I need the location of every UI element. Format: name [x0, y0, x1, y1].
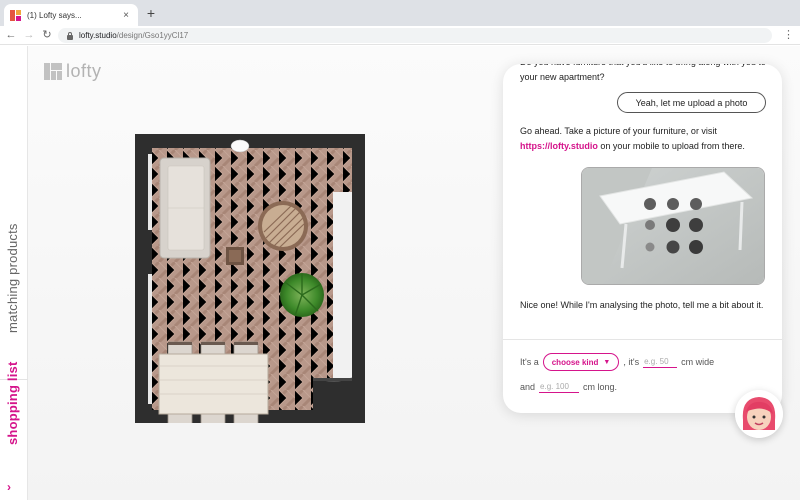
- upload-photo-reply-button[interactable]: Yeah, let me upload a photo: [617, 92, 766, 113]
- furniture-form-line-2: and cm long.: [520, 381, 617, 393]
- its-a-label: It's a: [520, 357, 539, 367]
- width-input[interactable]: [643, 356, 678, 368]
- browser-tab-bar: (1) Lofty says... × +: [0, 0, 800, 26]
- url-path: /design/Gso1yyCl17: [116, 31, 189, 40]
- window-left-top: [148, 154, 152, 230]
- chat-panel: Do you have furniture that you'd like to…: [503, 64, 782, 413]
- kind-select[interactable]: choose kind ▼: [542, 353, 620, 371]
- app-canvas: matching products shopping list › lofty: [0, 46, 800, 500]
- upload-text-suffix: on your mobile to upload from there.: [597, 141, 745, 151]
- loading-dots-icon: [644, 198, 703, 254]
- upload-text-prefix: Go ahead. Take a picture of your furnitu…: [520, 126, 717, 136]
- cm-wide-label: cm wide: [681, 357, 715, 367]
- its-label: , it's: [623, 357, 640, 367]
- back-arrow-icon[interactable]: ←: [4, 27, 18, 43]
- url-host: lofty.studio: [79, 31, 117, 40]
- close-tab-icon[interactable]: ×: [120, 10, 132, 21]
- lofty-link[interactable]: https://lofty.studio: [520, 141, 598, 151]
- browser-menu-icon[interactable]: ⋮: [783, 28, 794, 42]
- bot-message-furniture: Do you have furniture that you'd like to…: [520, 64, 766, 82]
- sidebar-item-shopping-list[interactable]: shopping list: [5, 362, 20, 445]
- reload-icon[interactable]: ↻: [40, 27, 54, 43]
- sidebar: matching products shopping list ›: [0, 46, 28, 500]
- bot-message-upload: Go ahead. Take a picture of your furnitu…: [520, 124, 770, 154]
- uploaded-furniture-photo[interactable]: [581, 167, 765, 285]
- address-bar[interactable]: lofty.studio/design/Gso1yyCl17: [58, 28, 772, 43]
- lamp: [230, 139, 250, 153]
- logo-text: lofty: [66, 61, 102, 81]
- kind-select-value: choose kind: [551, 357, 599, 367]
- new-tab-button[interactable]: +: [143, 5, 159, 21]
- furniture-form-line-1: It's a choose kind ▼ , it's cm wide: [520, 353, 714, 371]
- window-left-bottom: [148, 274, 152, 404]
- assistant-avatar[interactable]: [735, 390, 783, 438]
- lock-icon: [66, 31, 74, 40]
- tab-title: (1) Lofty says...: [27, 10, 82, 20]
- chat-divider: [503, 339, 782, 340]
- window-right: [333, 192, 352, 378]
- browser-tab[interactable]: (1) Lofty says... ×: [4, 4, 138, 26]
- lofty-favicon-icon: [10, 9, 21, 21]
- forward-arrow-icon[interactable]: →: [22, 27, 36, 43]
- browser-toolbar: ← → ↻ lofty.studio/design/Gso1yyCl17 ⋮: [0, 26, 800, 45]
- lofty-logo-icon: [44, 63, 62, 80]
- lofty-logo[interactable]: lofty: [44, 61, 102, 82]
- sidebar-item-matching-products[interactable]: matching products: [5, 223, 20, 333]
- url-text: lofty.studio/design/Gso1yyCl17: [79, 31, 188, 40]
- floor-plan[interactable]: [135, 134, 365, 423]
- bot-message-analysing: Nice one! While I'm analysing the photo,…: [520, 300, 764, 310]
- caret-down-icon: ▼: [603, 358, 611, 366]
- cm-long-label: cm long.: [583, 382, 618, 392]
- and-label: and: [520, 382, 536, 392]
- chevron-right-icon[interactable]: ›: [7, 480, 11, 494]
- length-input[interactable]: [539, 381, 580, 393]
- dining-table: [158, 353, 269, 415]
